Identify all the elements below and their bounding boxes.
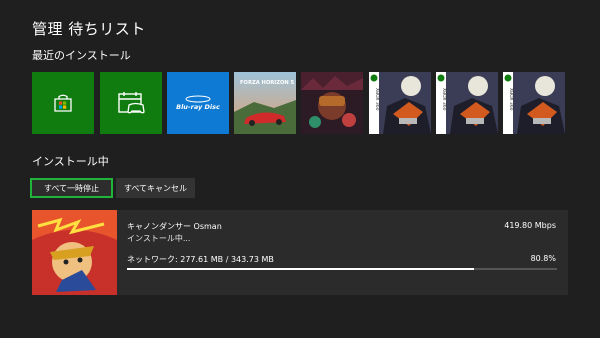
game-art xyxy=(301,72,363,134)
xbox360-game-art: XBOX 360 xyxy=(503,72,565,134)
forza-art: FORZA HORIZON 5 xyxy=(234,72,296,134)
download-item[interactable]: キャノンダンサー Osman インストール中... 419.80 Mbps ネッ… xyxy=(32,210,568,295)
xbox-app-tile[interactable] xyxy=(100,72,162,134)
calendar-controller-icon xyxy=(118,92,145,114)
store-bag-icon xyxy=(54,94,72,112)
page-title: 管理 待ちリスト xyxy=(32,20,146,38)
game-cover-art xyxy=(32,210,117,295)
bluray-logo-icon: Blu-ray Disc xyxy=(176,95,220,111)
forza-tile[interactable]: FORZA HORIZON 5 xyxy=(234,72,296,134)
xbox360-badge: XBOX 360 xyxy=(374,88,380,111)
installing-heading: インストール中 xyxy=(32,155,109,168)
download-status: インストール中... xyxy=(127,234,191,243)
xbox360-badge: XBOX 360 xyxy=(441,88,447,111)
download-game-name: キャノンダンサー Osman xyxy=(127,222,222,231)
store-tile[interactable] xyxy=(32,72,94,134)
cancel-all-button[interactable]: すべてキャンセル xyxy=(116,178,195,198)
xbox360-game-tile[interactable]: XBOX 360 xyxy=(369,72,431,134)
recent-installs-heading: 最近のインストール xyxy=(32,49,131,62)
game-tile[interactable] xyxy=(301,72,363,134)
download-speed: 419.80 Mbps xyxy=(504,221,556,230)
progress-percent: 80.8% xyxy=(530,254,556,263)
xbox360-badge: XBOX 360 xyxy=(508,88,514,111)
progress-bar xyxy=(127,268,557,270)
bluray-label: Blu-ray Disc xyxy=(176,103,220,111)
bluray-tile[interactable]: Blu-ray Disc xyxy=(167,72,229,134)
progress-bar-fill xyxy=(127,268,475,270)
forza-title: FORZA HORIZON 5 xyxy=(240,80,295,86)
xbox360-game-tile[interactable]: XBOX 360 xyxy=(503,72,565,134)
xbox360-game-tile[interactable]: XBOX 360 xyxy=(436,72,498,134)
network-progress-text: ネットワーク: 277.61 MB / 343.73 MB xyxy=(127,255,274,264)
xbox360-game-art: XBOX 360 xyxy=(436,72,498,134)
pause-all-button[interactable]: すべて一時停止 xyxy=(30,178,113,198)
xbox360-game-art: XBOX 360 xyxy=(369,72,431,134)
